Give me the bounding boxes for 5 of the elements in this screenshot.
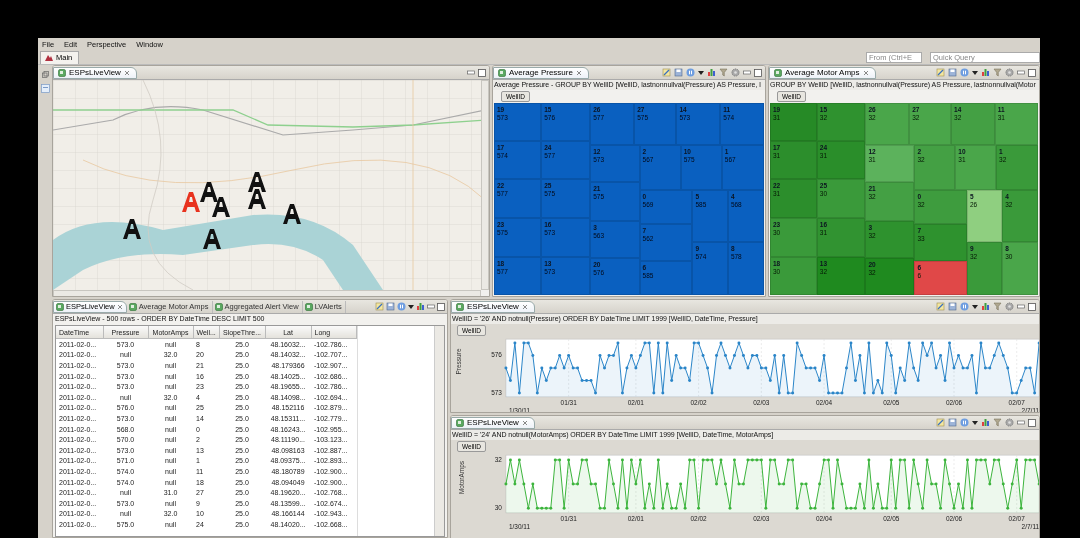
tab[interactable]: ESPsLiveView — [451, 416, 535, 429]
tab[interactable]: ESPsLiveView — [53, 66, 137, 79]
tab[interactable]: ESPsLiveView — [451, 300, 535, 313]
tab[interactable]: Average Motor Amps — [769, 66, 876, 79]
tab[interactable]: Average Pressure — [493, 66, 589, 79]
